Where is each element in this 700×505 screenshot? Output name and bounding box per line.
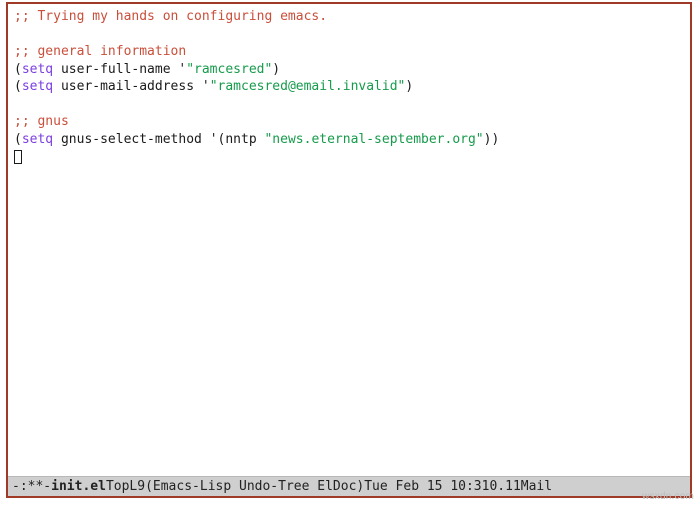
string: "news.eternal-september.org" [264,132,483,147]
string: "ramcesred" [186,62,272,77]
keyword: setq [22,79,53,94]
editor-area[interactable]: ;; Trying my hands on configuring emacs.… [8,4,690,476]
mode-line-status: -:**- [12,478,51,496]
mode-line-datetime: Tue Feb 15 10:31 [364,478,489,496]
symbol: gnus-select-method [61,132,202,147]
mode-line-linenum: L9 [129,478,145,496]
mode-line-modes: (Emacs-Lisp Undo-Tree ElDoc) [145,478,364,496]
paren: ) [405,79,413,94]
symbol: user-mail-address [61,79,194,94]
symbol: nntp [225,132,256,147]
mode-line-position: Top [106,478,129,496]
paren: ) [272,62,280,77]
comment-line: ;; gnus [14,114,69,129]
watermark: wsxdn.com [642,490,694,504]
emacs-frame: ;; Trying my hands on configuring emacs.… [6,2,692,498]
quote-char: ' [202,79,210,94]
buffer-name: init.el [51,478,106,496]
mode-line-mail: Mail [521,478,552,496]
paren: ( [14,62,22,77]
paren: )) [484,132,500,147]
keyword: setq [22,132,53,147]
keyword: setq [22,62,53,77]
string: "ramcesred@email.invalid" [210,79,406,94]
text-cursor [14,150,22,164]
comment-line: ;; Trying my hands on configuring emacs. [14,9,327,24]
mode-line[interactable]: -:**- init.el Top L9 (Emacs-Lisp Undo-Tr… [8,476,690,496]
comment-line: ;; general information [14,44,186,59]
paren: ( [14,79,22,94]
quote-char: ' [210,132,218,147]
paren: ( [14,132,22,147]
mode-line-load: 0.11 [489,478,520,496]
symbol: user-full-name [61,62,171,77]
